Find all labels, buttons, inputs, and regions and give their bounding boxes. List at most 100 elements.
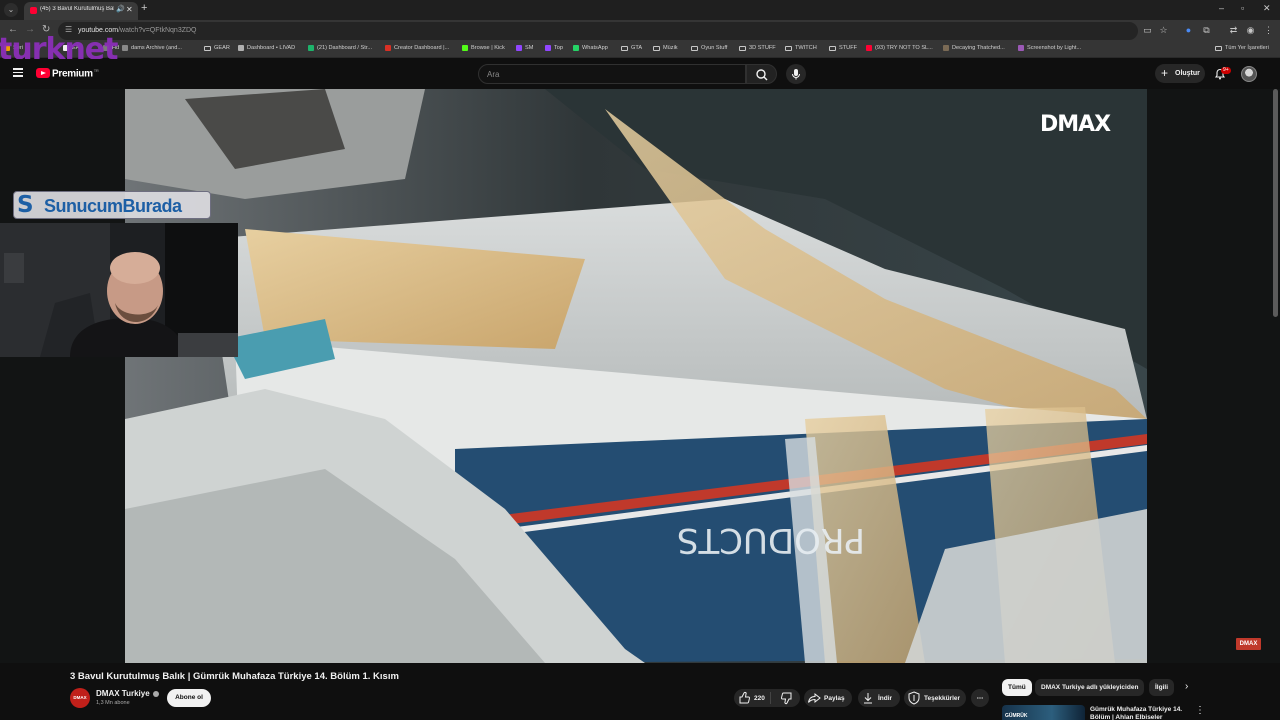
- bookmark-label: Dashboard • LIVAD: [247, 45, 296, 51]
- bookmark-star-icon[interactable]: ☆: [1158, 25, 1169, 36]
- bookmark-favicon-icon: [1018, 45, 1024, 51]
- bookmark-item-6[interactable]: (21) Dashboard / Str...: [308, 45, 372, 51]
- browser-menu-icon[interactable]: ⋮: [1263, 25, 1274, 36]
- url-path: /watch?v=QFtkNqn3ZDQ: [118, 27, 197, 34]
- all-bookmarks[interactable]: Tüm Yer İşaretleri: [1215, 45, 1269, 51]
- chip-all[interactable]: Tümü: [1002, 679, 1032, 696]
- bookmark-favicon-icon: [385, 45, 391, 51]
- bookmark-label: Creator Dashboard |...: [394, 45, 450, 51]
- bookmark-label: Müzik: [663, 45, 678, 51]
- all-bookmarks-label: Tüm Yer İşaretleri: [1225, 45, 1269, 51]
- channel-avatar[interactable]: DMAX: [70, 688, 90, 708]
- recommended-video-thumbnail[interactable]: GÜMRÜK: [1002, 705, 1085, 720]
- bookmark-label: GEAR: [214, 45, 230, 51]
- speaker-icon[interactable]: 🔊: [116, 5, 125, 13]
- hamburger-menu-icon[interactable]: [13, 68, 23, 77]
- more-actions-button[interactable]: ⋯: [971, 689, 989, 707]
- search-box[interactable]: [478, 64, 746, 84]
- bookmark-folder-16[interactable]: TWITCH: [785, 45, 817, 51]
- bookmark-folder-4[interactable]: GEAR: [204, 45, 230, 51]
- sponsor-logo-icon: S: [17, 192, 34, 218]
- tab-groups-icon[interactable]: ⇄: [1228, 25, 1239, 36]
- create-button[interactable]: + Oluştur: [1155, 64, 1205, 83]
- bookmark-favicon-icon: [122, 45, 128, 51]
- folder-icon: [621, 45, 628, 51]
- video-player[interactable]: PRODUCTS: [125, 89, 1147, 663]
- voice-search-button[interactable]: [786, 64, 806, 84]
- share-label: Paylaş: [824, 694, 845, 702]
- chip-related[interactable]: İlgili: [1149, 679, 1174, 696]
- bookmark-favicon-icon: [516, 45, 522, 51]
- bookmark-item-18[interactable]: (93) TRY NOT TO SL...: [866, 45, 933, 51]
- account-avatar[interactable]: [1241, 66, 1257, 82]
- extensions-puzzle-icon[interactable]: ⧉: [1201, 25, 1212, 36]
- sponsor-banner-text: SunucumBurada: [44, 196, 182, 216]
- like-dislike-group: 220: [734, 689, 800, 707]
- close-window-icon[interactable]: ✕: [1263, 3, 1271, 14]
- maximize-icon[interactable]: ▫: [1241, 3, 1244, 13]
- search-input[interactable]: [487, 69, 727, 80]
- bookmark-item-19[interactable]: Decaying Thatched...: [943, 45, 1005, 51]
- like-icon[interactable]: [734, 689, 754, 707]
- chevron-right-icon[interactable]: ›: [1185, 681, 1188, 692]
- video-frame-image: PRODUCTS: [125, 89, 1147, 663]
- bookmark-folder-14[interactable]: Oyun Stuff: [691, 45, 727, 51]
- channel-name[interactable]: DMAX Turkiye: [96, 689, 159, 698]
- bookmark-folder-12[interactable]: GTA: [621, 45, 642, 51]
- recommended-video-title[interactable]: Gümrük Muhafaza Türkiye 14. Bölüm | Ahla…: [1090, 706, 1190, 720]
- new-tab-icon[interactable]: +: [141, 2, 147, 14]
- dislike-icon[interactable]: [777, 689, 799, 707]
- more-horizontal-icon: ⋯: [976, 695, 984, 702]
- folder-icon: [1215, 45, 1222, 51]
- webcam-image: [0, 223, 238, 357]
- browser-toolbar: ← → ↻ ☰ youtube.com/watch?v=QFtkNqn3ZDQ …: [0, 20, 1280, 42]
- minimize-icon[interactable]: –: [1219, 3, 1224, 13]
- tab-search-icon[interactable]: ⌄: [4, 3, 18, 17]
- cast-icon[interactable]: ▭: [1142, 25, 1153, 36]
- brand-label: Premium: [52, 68, 93, 80]
- bookmark-item-8[interactable]: Browse | Kick: [462, 45, 505, 51]
- streamer-webcam: [0, 223, 238, 357]
- bookmark-folder-17[interactable]: STUFF: [829, 45, 857, 51]
- search-button[interactable]: [746, 64, 777, 84]
- bookmark-item-3[interactable]: dams Archive (and...: [122, 45, 182, 51]
- verified-check-icon: [152, 690, 159, 697]
- profile-icon[interactable]: ◉: [1245, 25, 1256, 36]
- bookmark-item-5[interactable]: Dashboard • LIVAD: [238, 45, 295, 51]
- bookmark-favicon-icon: [545, 45, 551, 51]
- subscribe-button[interactable]: Abone ol: [167, 689, 211, 707]
- plus-icon: +: [1161, 66, 1169, 80]
- like-count[interactable]: 220: [754, 695, 765, 702]
- folder-icon: [691, 45, 698, 51]
- bookmarks-bar: Seri EA Hd dams Archive (and... GEAR Dashboar…: [0, 42, 1280, 58]
- download-label: İndir: [878, 694, 893, 702]
- bookmark-folder-13[interactable]: Müzik: [653, 45, 678, 51]
- bookmark-label: (93) TRY NOT TO SL...: [875, 45, 933, 51]
- bookmark-item-11[interactable]: WhatsApp: [573, 45, 608, 51]
- bookmark-label: SM: [525, 45, 534, 51]
- bookmark-item-7[interactable]: Creator Dashboard |...: [385, 45, 449, 51]
- svg-text:PRODUCTS: PRODUCTS: [677, 520, 865, 560]
- search-icon: [756, 69, 768, 81]
- download-icon: [864, 693, 872, 704]
- browser-tab[interactable]: (45) 3 Bavul Kurutulmuş Balık 🔊 ✕: [24, 2, 138, 20]
- youtube-logo-icon[interactable]: [36, 68, 50, 78]
- extension-icon[interactable]: ●: [1183, 25, 1194, 36]
- download-button[interactable]: İndir: [858, 689, 900, 707]
- bookmark-folder-15[interactable]: 3D STUFF: [739, 45, 776, 51]
- youtube-favicon-icon: [30, 7, 37, 14]
- bookmark-item-20[interactable]: Screenshot by Light...: [1018, 45, 1081, 51]
- thanks-button[interactable]: Teşekkürler: [904, 689, 966, 707]
- close-tab-icon[interactable]: ✕: [126, 5, 133, 14]
- chip-from-uploader[interactable]: DMAX Turkiye adlı yükleyiciden: [1035, 679, 1145, 696]
- bookmark-item-9[interactable]: SM: [516, 45, 533, 51]
- page-scrollbar[interactable]: [1273, 89, 1278, 317]
- subscriber-count: 1,3 Mn abone: [96, 700, 130, 706]
- more-vertical-icon[interactable]: ⋮: [1195, 705, 1205, 716]
- bookmark-label: WhatsApp: [582, 45, 608, 51]
- bookmark-item-10[interactable]: Top: [545, 45, 563, 51]
- video-title: 3 Bavul Kurutulmuş Balık | Gümrük Muhafa…: [70, 671, 399, 682]
- address-bar[interactable]: ☰ youtube.com/watch?v=QFtkNqn3ZDQ: [58, 22, 1138, 40]
- share-button[interactable]: Paylaş: [804, 689, 852, 707]
- youtube-premium-logo[interactable]: PremiumTR: [52, 68, 99, 80]
